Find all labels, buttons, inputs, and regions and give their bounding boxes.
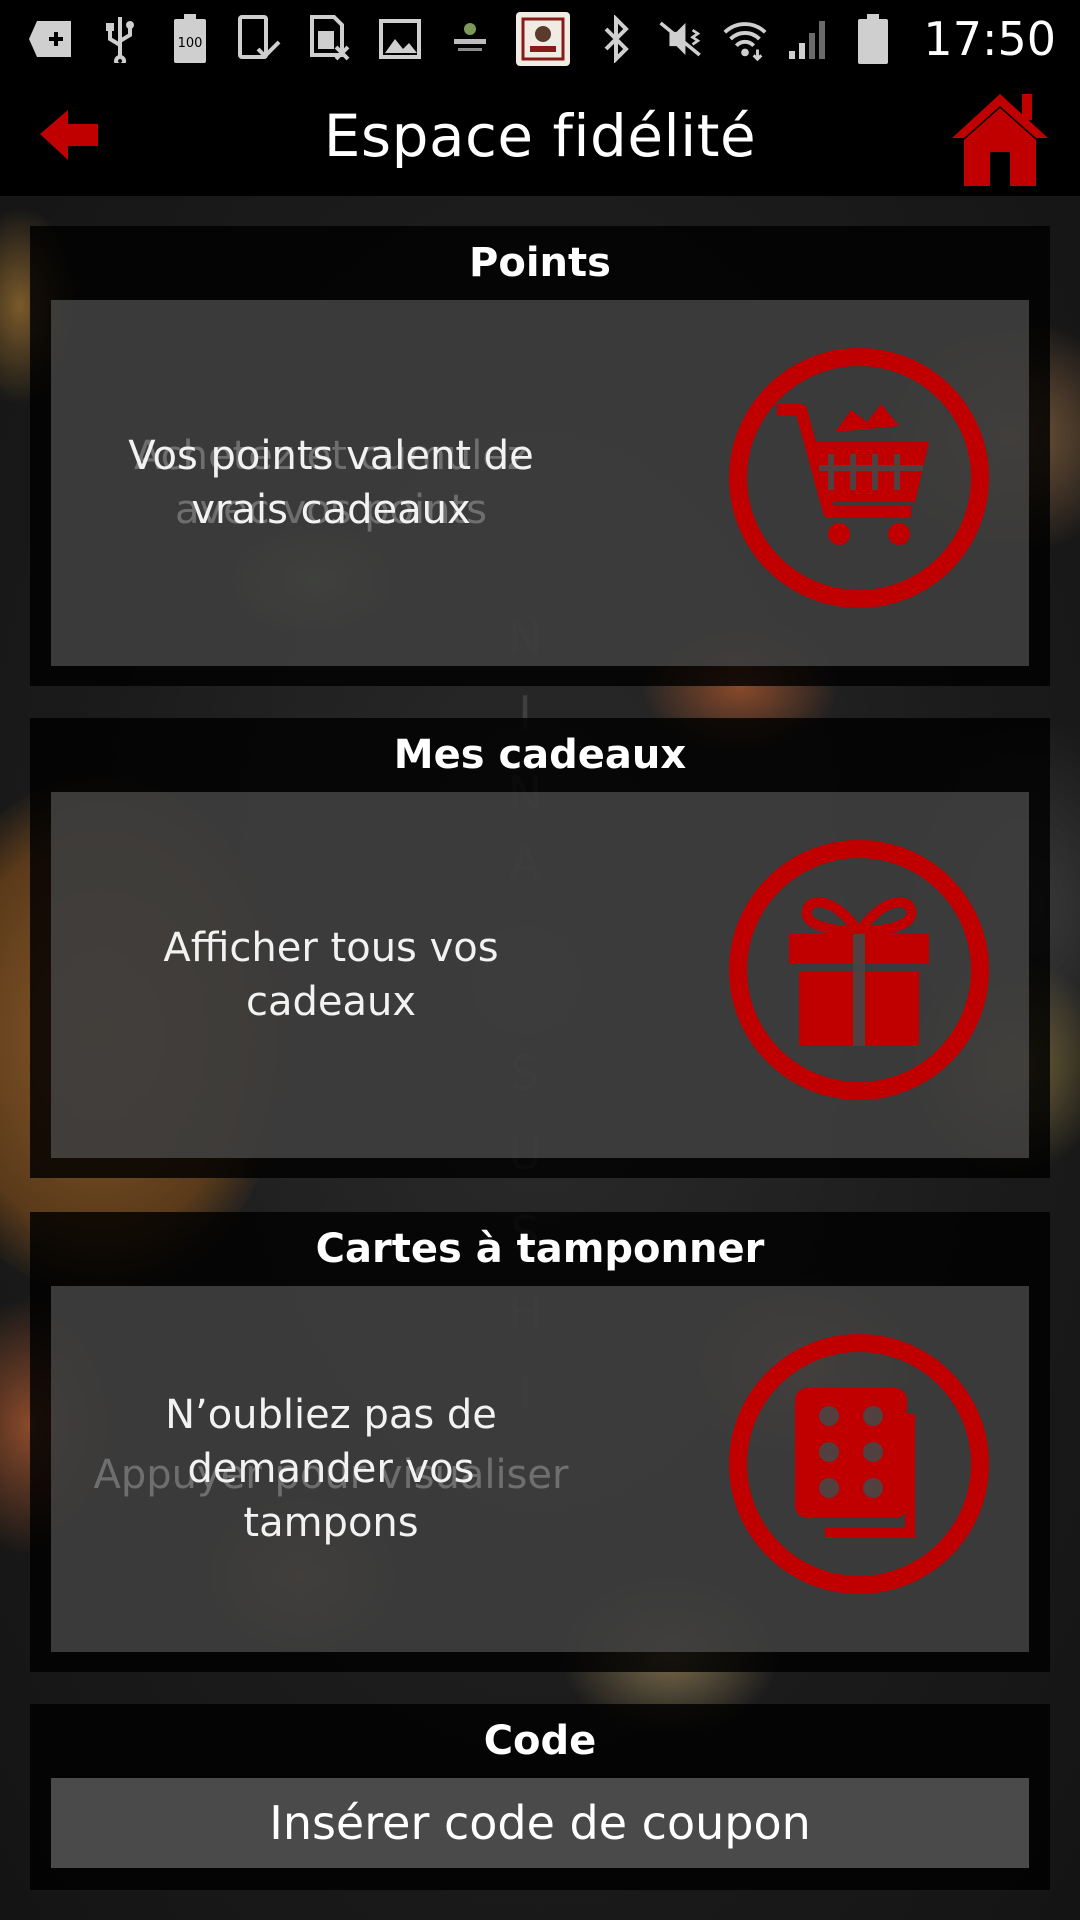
signal-icon bbox=[785, 15, 833, 63]
stamps-card[interactable]: Appuyer pour visualiser N’oubliez pas de… bbox=[51, 1286, 1029, 1652]
sim-off-icon bbox=[306, 15, 354, 63]
bluetooth-icon bbox=[593, 15, 641, 63]
wifi-icon bbox=[721, 15, 769, 63]
stamps-section: Cartes à tamponner Appuyer pour visualis… bbox=[30, 1212, 1050, 1672]
add-box-icon bbox=[26, 15, 74, 63]
points-card[interactable]: Achetez et cumulez avec vos points Vos p… bbox=[51, 300, 1029, 666]
mute-vibrate-icon bbox=[657, 15, 705, 63]
gifts-card[interactable]: Afficher tous vos cadeaux bbox=[51, 792, 1029, 1158]
app-header: Espace fidélité bbox=[0, 78, 1080, 196]
image-icon bbox=[376, 15, 424, 63]
gifts-card-text: Afficher tous vos cadeaux bbox=[163, 925, 499, 1025]
status-bar: 100 17:50 bbox=[0, 0, 1080, 78]
usb-icon bbox=[96, 15, 144, 63]
battery-icon bbox=[849, 14, 897, 64]
coupon-code-input[interactable]: Insérer code de coupon bbox=[51, 1778, 1029, 1868]
restaurant-logo-icon bbox=[516, 12, 570, 66]
battery-100-icon: 100 bbox=[166, 14, 214, 63]
gifts-section: Mes cadeaux Afficher tous vos cadeaux bbox=[30, 718, 1050, 1178]
stamp-card-icon bbox=[729, 1334, 989, 1594]
points-section-title: Points bbox=[469, 240, 611, 286]
stamps-section-title: Cartes à tamponner bbox=[315, 1226, 765, 1272]
points-section: Points Achetez et cumulez avec vos point… bbox=[30, 226, 1050, 686]
code-section: Code Insérer code de coupon bbox=[30, 1704, 1050, 1890]
gift-icon bbox=[729, 840, 989, 1100]
svg-text:100: 100 bbox=[178, 36, 203, 51]
home-button[interactable] bbox=[950, 90, 1050, 190]
cart-icon bbox=[729, 348, 989, 608]
sortis-logo-icon bbox=[446, 15, 494, 63]
points-card-text: Vos points valent de vrais cadeaux bbox=[128, 433, 534, 533]
tablet-check-icon bbox=[236, 15, 284, 63]
status-time: 17:50 bbox=[923, 12, 1056, 66]
gifts-section-title: Mes cadeaux bbox=[393, 732, 687, 778]
code-section-title: Code bbox=[483, 1718, 597, 1764]
stamps-card-text: N’oubliez pas de demander vos tampons bbox=[165, 1392, 497, 1546]
page-title: Espace fidélité bbox=[323, 102, 757, 170]
home-icon bbox=[952, 94, 1048, 186]
